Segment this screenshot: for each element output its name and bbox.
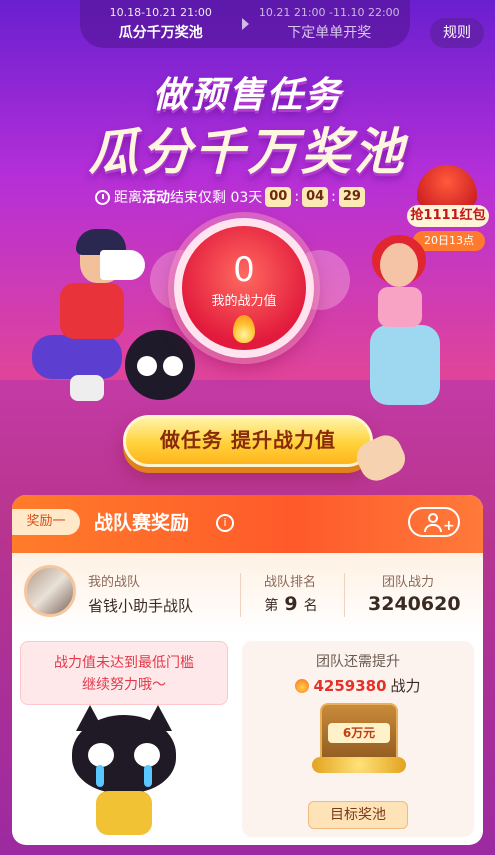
countdown-prefix: 距离 bbox=[114, 190, 142, 206]
rank-prefix: 第 bbox=[264, 598, 279, 614]
need-title: 团队还需提升 bbox=[316, 654, 400, 670]
rank-number: 9 bbox=[284, 593, 298, 615]
phase-2-name: 下定单单开奖 bbox=[287, 25, 372, 41]
power-needed-panel: 团队还需提升 4259380 战力 6万元 目标奖池 bbox=[242, 641, 474, 837]
need-value: 4259380 bbox=[313, 677, 387, 695]
rules-button[interactable]: 规则 bbox=[430, 18, 484, 48]
phase-1[interactable]: 10.18-10.21 21:00 瓜分千万奖池 bbox=[80, 6, 242, 42]
fire-icon bbox=[295, 679, 310, 693]
megaphone-icon bbox=[100, 250, 145, 280]
team-avatar[interactable] bbox=[24, 565, 76, 617]
flame-icon bbox=[233, 315, 255, 343]
phase-1-name: 瓜分千万奖池 bbox=[118, 25, 203, 41]
target-pool-button[interactable]: 目标奖池 bbox=[308, 801, 408, 829]
clock-icon bbox=[95, 189, 110, 205]
red-packet-label: 抢1111红包 bbox=[407, 205, 489, 227]
reward-tag: 奖励一 bbox=[12, 509, 80, 535]
my-team-label: 我的战队 bbox=[88, 575, 141, 590]
red-packet-icon bbox=[417, 165, 477, 207]
power-value: 0 bbox=[233, 250, 255, 290]
power-label: 我的战力值 bbox=[211, 294, 277, 309]
headline-line1: 做预售任务 bbox=[152, 75, 343, 116]
team-reward-card: 奖励一 战队赛奖励 i + 我的战队 省钱小助手战队 战队排名 第9名 团队战力… bbox=[12, 495, 483, 845]
reward-title: 战队赛奖励 bbox=[94, 512, 190, 534]
team-summary-row: 我的战队 省钱小助手战队 战队排名 第9名 团队战力 3240620 bbox=[12, 553, 483, 633]
coins-decoration bbox=[312, 757, 406, 773]
phase-2-date: 10.21 21:00 -11.10 22:00 bbox=[258, 6, 400, 19]
do-task-button[interactable]: 做任务 提升战力值 bbox=[123, 415, 373, 467]
divider bbox=[240, 573, 241, 617]
phase-arrow-icon bbox=[241, 18, 249, 30]
treasure-chest-icon: 6万元 bbox=[320, 703, 398, 765]
add-user-icon: + bbox=[424, 513, 455, 533]
countdown-minutes: 04 bbox=[302, 187, 329, 207]
phase-bar: 10.18-10.21 21:00 瓜分千万奖池 10.21 21:00 -11… bbox=[80, 0, 410, 48]
countdown: 距离 活动 结束仅剩 03天 00:04:29 bbox=[95, 186, 368, 208]
team-rank-value: 第9名 bbox=[246, 593, 336, 615]
countdown-hours: 00 bbox=[265, 187, 292, 207]
dancing-woman-illustration bbox=[350, 225, 470, 425]
need-row: 4259380 战力 bbox=[242, 675, 474, 696]
countdown-highlight: 活动 bbox=[142, 190, 170, 206]
power-value-badge: 0 我的战力值 bbox=[174, 218, 314, 358]
crying-cat-illustration bbox=[72, 705, 176, 835]
team-power-value: 3240620 bbox=[368, 593, 461, 615]
threshold-notice: 战力值未达到最低门槛 继续努力哦～ bbox=[20, 641, 228, 705]
info-icon[interactable]: i bbox=[216, 514, 234, 532]
divider bbox=[344, 573, 345, 617]
notice-line2: 继续努力哦～ bbox=[82, 677, 166, 693]
reward-card-header: 奖励一 战队赛奖励 i + bbox=[12, 495, 483, 553]
need-unit: 战力 bbox=[390, 677, 421, 695]
tmall-cat-illustration bbox=[125, 330, 195, 400]
chest-prize-label: 6万元 bbox=[328, 723, 390, 743]
invite-member-button[interactable]: + bbox=[408, 507, 460, 537]
countdown-seconds: 29 bbox=[338, 187, 365, 207]
phase-1-date: 10.18-10.21 21:00 bbox=[109, 6, 212, 19]
phase-2[interactable]: 10.21 21:00 -11.10 22:00 下定单单开奖 bbox=[249, 6, 411, 42]
notice-line1: 战力值未达到最低门槛 bbox=[54, 655, 194, 671]
rank-suffix: 名 bbox=[303, 598, 318, 614]
team-name: 省钱小助手战队 bbox=[88, 597, 194, 615]
team-power-label: 团队战力 bbox=[382, 575, 435, 590]
team-rank-label: 战队排名 bbox=[263, 575, 316, 590]
countdown-suffix: 结束仅剩 03天 bbox=[170, 190, 263, 206]
